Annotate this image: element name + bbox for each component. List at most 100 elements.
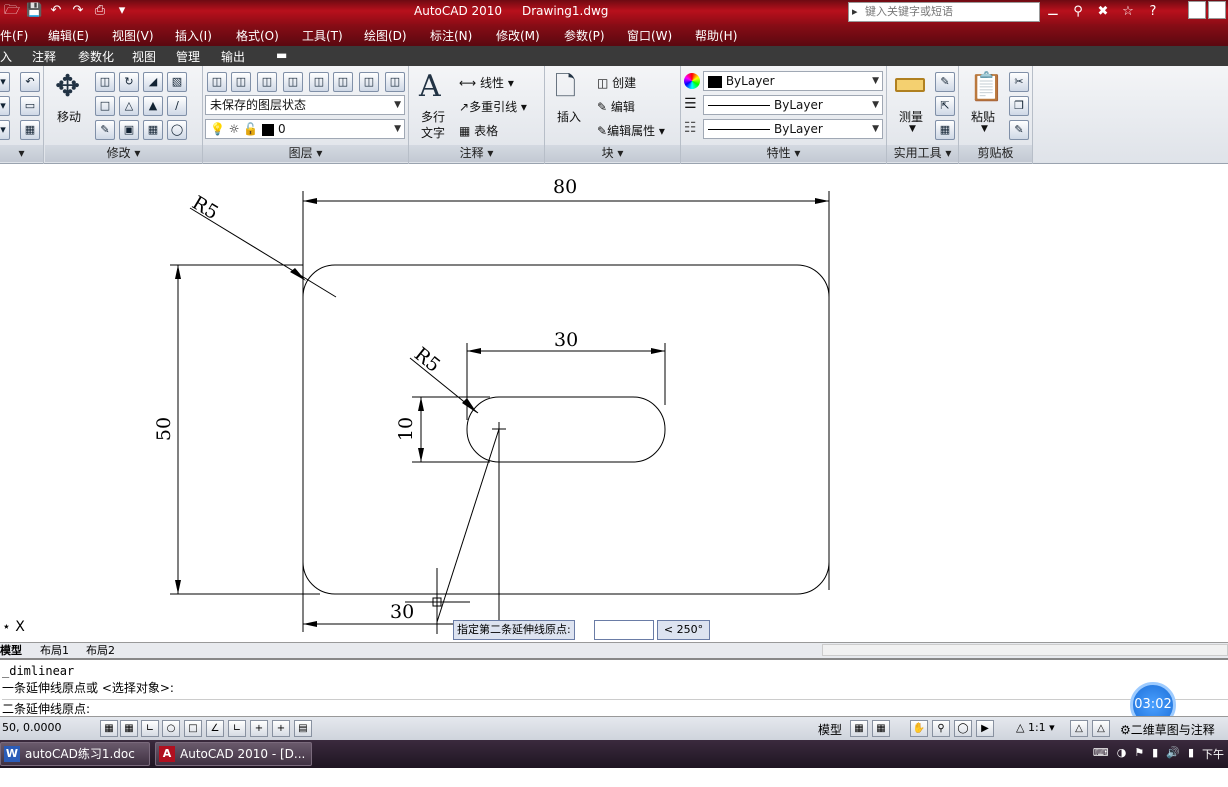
plot-icon[interactable]: ⎙ <box>92 2 108 20</box>
dynamic-input-angle[interactable]: < 250° <box>657 620 710 640</box>
key-icon[interactable]: ⚲ <box>1067 2 1089 22</box>
tab-manage[interactable]: 管理 <box>176 48 200 65</box>
panel-modify-label[interactable]: 修改 ▾ <box>45 145 202 162</box>
menu-view[interactable]: 视图(V) <box>112 27 154 44</box>
dropdown-icon[interactable]: ▾ <box>114 2 130 20</box>
panel-draw-label[interactable]: ▾ <box>0 145 43 162</box>
move-icon[interactable]: ✥ <box>55 70 80 104</box>
binoculars-icon[interactable]: ⚊ <box>1042 2 1064 22</box>
mirror-icon[interactable]: △ <box>119 96 139 116</box>
measure-dropdown-icon[interactable]: ▼ <box>909 124 916 134</box>
trim-icon[interactable]: ◢ <box>143 72 163 92</box>
tab-view[interactable]: 视图 <box>132 48 156 65</box>
linear-dim-button[interactable]: ⟷ 线性 ▾ <box>459 74 514 91</box>
undo-arc-icon[interactable]: ↶ <box>20 72 40 92</box>
command-window[interactable]: _dimlinear 一条延伸线原点或 <选择对象>: 二条延伸线原点: <box>0 658 1228 716</box>
color-dropdown[interactable]: ByLayer ▼ <box>703 71 883 91</box>
menu-modify[interactable]: 修改(M) <box>496 27 540 44</box>
dim-text-slot-height[interactable]: 10 <box>395 417 417 441</box>
paste-dropdown-icon[interactable]: ▼ <box>981 124 988 134</box>
workspace-switch[interactable]: ⚙二维草图与注释 <box>1120 721 1215 738</box>
insert-label[interactable]: 插入 <box>557 108 581 125</box>
polar-toggle[interactable]: ○ <box>162 720 180 737</box>
panel-annotation-label[interactable]: 注释 ▾ <box>409 145 544 162</box>
ducs-toggle[interactable]: ∟ <box>228 720 246 737</box>
measure-icon[interactable] <box>895 78 925 92</box>
clock[interactable]: 下午 <box>1202 746 1224 762</box>
language-icon[interactable]: ◑ <box>1117 746 1127 762</box>
tab-layout1[interactable]: 布局1 <box>40 643 69 658</box>
keyboard-icon[interactable]: ⌨ <box>1093 746 1109 762</box>
array-icon[interactable]: ▦ <box>143 120 163 140</box>
grid-toggle[interactable]: ▦ <box>120 720 138 737</box>
quick-view-drawings-icon[interactable]: ▦ <box>872 720 890 737</box>
subscription-icon[interactable]: ✖ <box>1092 2 1114 22</box>
offset-icon[interactable]: ◯ <box>167 120 187 140</box>
undo-icon[interactable]: ↶ <box>48 2 64 20</box>
qp-toggle[interactable]: ▤ <box>294 720 312 737</box>
layer-freeze-icon[interactable]: ◫ <box>333 72 353 92</box>
erase-icon[interactable]: ✎ <box>95 120 115 140</box>
horizontal-scrollbar[interactable] <box>822 644 1228 656</box>
fillet-icon[interactable]: ∕ <box>167 96 187 116</box>
open-icon[interactable]: 🗁 <box>4 2 20 20</box>
menu-parametric[interactable]: 参数(P) <box>564 27 605 44</box>
scale-icon[interactable]: ▣ <box>119 120 139 140</box>
command-input-line[interactable]: 二条延伸线原点: <box>2 699 1228 717</box>
draw-tool-icon[interactable]: ▾ <box>0 96 10 116</box>
layer-dropdown[interactable]: 💡 ☼ 🔓 0 ▼ <box>205 119 405 139</box>
layer-unlock-icon[interactable]: ◫ <box>385 72 405 92</box>
restore-button[interactable]: ❐ <box>1208 1 1226 19</box>
flag-icon[interactable]: ⚑ <box>1134 746 1144 762</box>
rectangle-icon[interactable]: ▭ <box>20 96 40 116</box>
paste-label[interactable]: 粘贴 <box>971 108 995 125</box>
dim-text-slot-length[interactable]: 30 <box>554 329 578 351</box>
draw-tool-icon[interactable]: ▾ <box>0 72 10 92</box>
annotation-scale[interactable]: △ 1:1 ▾ <box>1016 721 1055 734</box>
minimize-button[interactable]: — <box>1188 1 1206 19</box>
dim-text-height[interactable]: 50 <box>153 417 175 441</box>
table-button[interactable]: ▦ 表格 <box>459 122 498 139</box>
create-block-button[interactable]: ◫ 创建 <box>597 74 636 91</box>
tab-output[interactable]: 输出 <box>221 48 245 65</box>
mtext-label-2[interactable]: 文字 <box>421 124 445 141</box>
rotate-icon[interactable]: ↻ <box>119 72 139 92</box>
help-icon[interactable]: ? <box>1142 2 1164 22</box>
search-input[interactable]: ▸ 键入关键字或短语 <box>848 2 1040 22</box>
layer-states-icon[interactable]: ◫ <box>231 72 251 92</box>
draw-tool-icon[interactable]: ▾ <box>0 120 10 140</box>
menu-dimension[interactable]: 标注(N) <box>430 27 472 44</box>
mirror2-icon[interactable]: ▲ <box>143 96 163 116</box>
model-space-label[interactable]: 模型 <box>818 721 842 738</box>
panel-clipboard-label[interactable]: 剪贴板 <box>959 145 1032 162</box>
otrack-toggle[interactable]: ∠ <box>206 720 224 737</box>
copy-icon[interactable]: ◫ <box>95 72 115 92</box>
ribbon-minimize-icon[interactable]: ▬ <box>276 48 287 62</box>
extend-icon[interactable]: ▧ <box>167 72 187 92</box>
volume-icon[interactable]: 🔊 <box>1166 746 1180 762</box>
layer-off-icon[interactable]: ◫ <box>309 72 329 92</box>
insert-block-icon[interactable]: 🗋 <box>555 70 576 104</box>
layer-isolate-icon[interactable]: ◫ <box>257 72 277 92</box>
tab-annotate[interactable]: 注释 <box>32 48 56 65</box>
select-similar-icon[interactable]: ⇱ <box>935 96 955 116</box>
hatch-icon[interactable]: ▦ <box>20 120 40 140</box>
osnap-toggle[interactable]: □ <box>184 720 202 737</box>
panel-layers-label[interactable]: 图层 ▾ <box>203 145 408 162</box>
tab-parametric[interactable]: 参数化 <box>78 48 114 65</box>
calculator-icon[interactable]: ▦ <box>935 120 955 140</box>
menu-tools[interactable]: 工具(T) <box>302 27 343 44</box>
annotation-visibility-icon[interactable]: △ <box>1070 720 1088 737</box>
zoom-icon[interactable]: ⚲ <box>932 720 950 737</box>
panel-properties-label[interactable]: 特性 ▾ <box>681 145 886 162</box>
menu-help[interactable]: 帮助(H) <box>695 27 737 44</box>
network-icon[interactable]: ▮ <box>1188 746 1194 762</box>
outer-plate-outline[interactable] <box>302 264 830 595</box>
save-icon[interactable]: 💾 <box>26 2 42 20</box>
cut-icon[interactable]: ✂ <box>1009 72 1029 92</box>
auto-scale-icon[interactable]: △ <box>1092 720 1110 737</box>
edit-attributes-button[interactable]: ✎编辑属性 ▾ <box>597 122 665 139</box>
layer-unisolate-icon[interactable]: ◫ <box>283 72 303 92</box>
layer-lock-icon[interactable]: ◫ <box>359 72 379 92</box>
drawing-canvas[interactable]: 80 50 30 10 30 R5 R5 ⋆ X <box>0 164 1228 642</box>
